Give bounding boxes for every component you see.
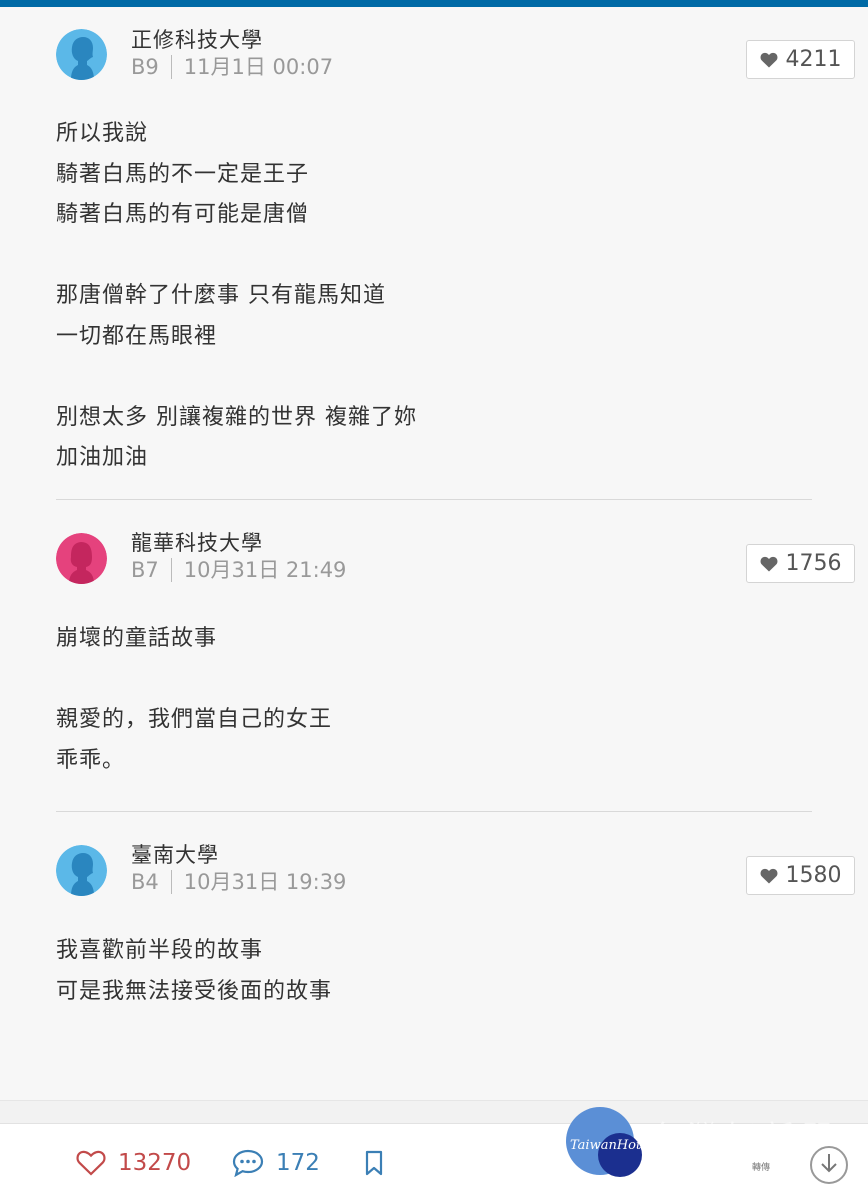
- comment-line: 加油加油: [56, 445, 149, 470]
- comment-line: 可是我無法接受後面的故事: [56, 978, 333, 1004]
- post-time: 10月31日 21:49: [183, 558, 347, 582]
- comment-meta: 龍華科技大學 B7 10月31日 21:49: [131, 530, 346, 584]
- comment-line: 別想太多 別讓複雜的世界 複雜了妳: [56, 404, 417, 430]
- bookmark-icon: [364, 1150, 384, 1176]
- comment-b7: 龍華科技大學 B7 10月31日 21:49 1756 崩壞的童話故事 親愛的，…: [0, 500, 868, 811]
- like-count: 4211: [785, 47, 842, 72]
- like-button[interactable]: 1580: [746, 856, 855, 895]
- comment-line: 騎著白馬的不一定是王子: [56, 161, 310, 187]
- comment-body: 我喜歡前半段的故事 可是我無法接受後面的故事: [56, 931, 332, 1012]
- heart-icon: [760, 868, 778, 884]
- comment-body: 崩壞的童話故事 親愛的，我們當自己的女王 乖乖。: [56, 619, 332, 781]
- comment-line: 親愛的，我們當自己的女王: [56, 707, 333, 732]
- meta-divider: [170, 558, 172, 582]
- like-count: 1756: [785, 551, 842, 576]
- heart-outline-icon: [76, 1150, 106, 1176]
- school-name[interactable]: 臺南大學: [131, 842, 346, 868]
- comment-feed: 正修科技大學 B9 11月1日 00:07 4211 所以我說 騎著白馬的不一定…: [0, 7, 868, 1082]
- total-likes-button[interactable]: 13270: [76, 1124, 191, 1200]
- like-button[interactable]: 1756: [746, 544, 855, 583]
- comment-line: 所以我說: [56, 121, 149, 146]
- floor-number: B9: [131, 55, 159, 79]
- bookmark-button[interactable]: [364, 1124, 396, 1200]
- comment-line: [56, 357, 417, 398]
- comment-line: 崩壞的童話故事: [56, 626, 218, 651]
- share-label: 轉傳: [752, 1163, 771, 1173]
- school-name[interactable]: 龍華科技大學: [131, 530, 346, 556]
- female-avatar-icon[interactable]: [56, 533, 107, 584]
- comment-meta: 正修科技大學 B9 11月1日 00:07: [131, 27, 333, 81]
- comment-line: 那唐僧幹了什麼事 只有龍馬知道: [56, 283, 386, 308]
- logo-text: TaiwanHot: [570, 1138, 642, 1153]
- top-accent-bar: [0, 0, 868, 7]
- male-avatar-icon[interactable]: [56, 845, 107, 896]
- comment-line: 乖乖。: [56, 747, 126, 773]
- male-avatar-icon[interactable]: [56, 29, 107, 80]
- comment-line: [56, 660, 332, 701]
- comment-line: 我喜歡前半段的故事: [56, 938, 264, 963]
- arrow-down-icon: [819, 1152, 839, 1178]
- comment-body: 所以我說 騎著白馬的不一定是王子 騎著白馬的有可能是唐僧 那唐僧幹了什麼事 只有…: [56, 114, 417, 479]
- like-button[interactable]: 4211: [746, 40, 855, 79]
- meta-divider: [170, 55, 172, 79]
- comment-b4: 臺南大學 B4 10月31日 19:39 1580 我喜歡前半段的故事 可是我無…: [0, 812, 868, 1082]
- school-name[interactable]: 正修科技大學: [131, 27, 333, 53]
- comment-meta: 臺南大學 B4 10月31日 19:39: [131, 842, 346, 896]
- floor-number: B4: [131, 870, 159, 894]
- taiwanhot-logo: TaiwanHot: [566, 1107, 644, 1181]
- meta-divider: [170, 870, 172, 894]
- floor-number: B7: [131, 558, 159, 582]
- comments-button[interactable]: 172: [232, 1124, 320, 1200]
- like-count: 1580: [785, 863, 842, 888]
- post-time: 10月31日 19:39: [183, 870, 347, 894]
- comment-bubble-icon: [232, 1149, 264, 1177]
- post-time: 11月1日 00:07: [183, 55, 334, 79]
- download-button[interactable]: [810, 1146, 848, 1184]
- comment-line: 騎著白馬的有可能是唐僧: [56, 202, 310, 227]
- comment-b9: 正修科技大學 B9 11月1日 00:07 4211 所以我說 騎著白馬的不一定…: [0, 7, 868, 499]
- total-likes-count: 13270: [118, 1149, 192, 1176]
- comment-line: 一切都在馬眼裡: [56, 323, 218, 349]
- heart-icon: [760, 556, 778, 572]
- heart-icon: [760, 52, 778, 68]
- comment-line: [56, 236, 417, 277]
- total-comments-count: 172: [276, 1149, 320, 1176]
- watermark-text: 台灣好新聞: [650, 1120, 840, 1155]
